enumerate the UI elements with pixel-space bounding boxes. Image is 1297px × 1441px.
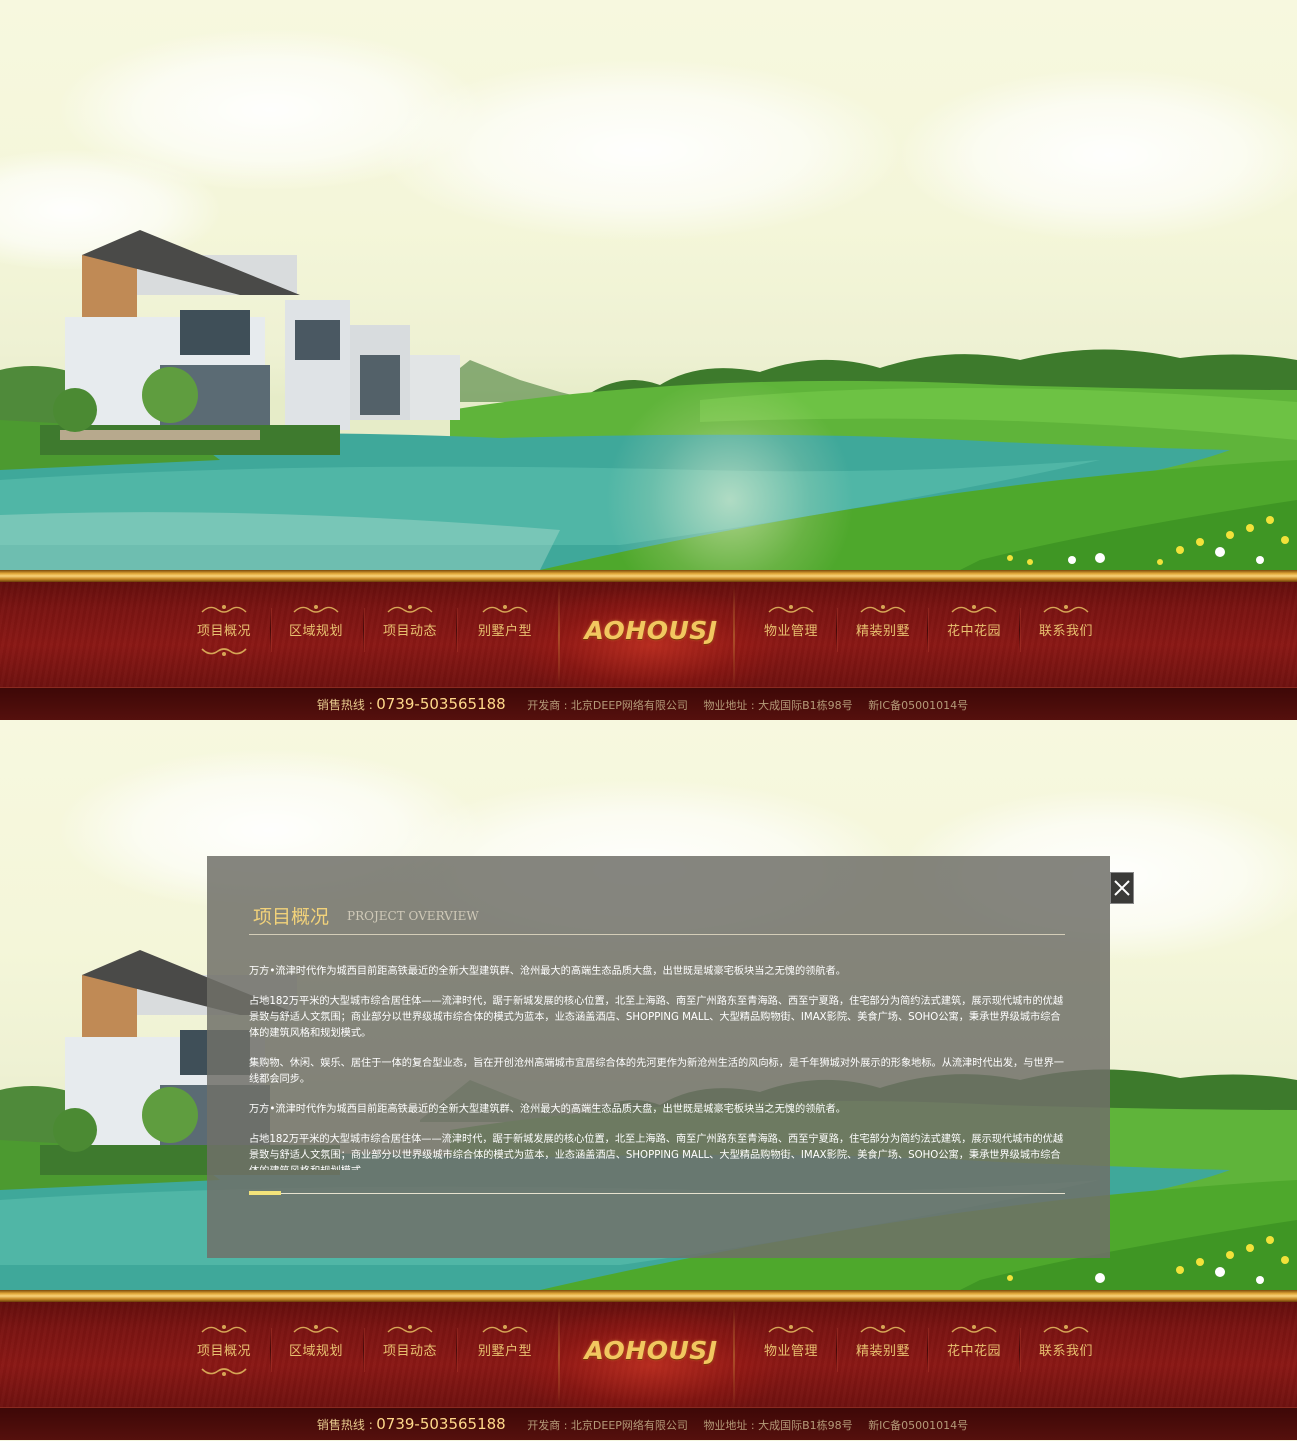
scroll-ornament-icon xyxy=(951,1325,997,1333)
scroll-ornament-icon xyxy=(951,605,997,613)
active-underline-ornament-icon xyxy=(201,648,247,656)
nav-item-label: 项目概况 xyxy=(196,1344,251,1359)
panel-content: 万方•流津时代作为城西目前距高铁最近的全新大型建筑群、沧州最大的高端生态品质大盘… xyxy=(249,964,1065,1170)
nav-item-label: 精装别墅 xyxy=(855,624,910,639)
content-paragraph: 集购物、休闲、娱乐、居住于一体的复合型业态，旨在开创沧州高端城市宜居综合体的先河… xyxy=(249,1058,1064,1085)
icp-info: 新IC备05001014号 xyxy=(868,699,969,712)
nav-item-label: 精装别墅 xyxy=(855,1344,910,1359)
address-info: 物业地址 : 大成国际B1栋98号 xyxy=(703,1419,853,1432)
nav-item-project-overview[interactable]: 项目概况 xyxy=(180,1312,268,1392)
brand-logo[interactable]: AOHOUSJ xyxy=(576,1336,726,1372)
nav-item-regional-planning[interactable]: 区域规划 xyxy=(272,1312,360,1392)
scrollbar-thumb[interactable] xyxy=(249,1191,281,1195)
scrollbar-track[interactable] xyxy=(249,1193,1065,1194)
panel-subtitle: PROJECT OVERVIEW xyxy=(347,909,479,923)
nav-item-property-management[interactable]: 物业管理 xyxy=(747,1312,835,1392)
scroll-ornament-icon xyxy=(201,605,247,613)
developer-info: 开发商 : 北京DEEP网络有限公司 xyxy=(527,1419,688,1432)
scroll-ornament-icon xyxy=(482,1325,528,1333)
panel-divider xyxy=(249,934,1065,935)
hotline-number: 0739-503565188 xyxy=(376,1415,506,1433)
footer-bar: 销售热线 : 0739-503565188 开发商 : 北京DEEP网络有限公司… xyxy=(0,1407,1297,1440)
nav-item-decorated-villa[interactable]: 精装别墅 xyxy=(839,1312,927,1392)
main-navbar: 项目概况 区域规划 项目动态 别墅户型 AOHOUSJ 物业管理 精装别墅 花中… xyxy=(0,570,1297,720)
nav-item-villa-types[interactable]: 别墅户型 xyxy=(461,1312,549,1392)
hotline-label: 销售热线 : xyxy=(316,698,373,712)
content-paragraph: 占地182万平米的大型城市综合居住体——流津时代，踞于新城发展的核心位置，北至上… xyxy=(249,996,1064,1039)
footer-info: 销售热线 : 0739-503565188 开发商 : 北京DEEP网络有限公司… xyxy=(0,695,1297,713)
scroll-ornament-icon xyxy=(293,1325,339,1333)
nav-item-label: 花中花园 xyxy=(946,1344,1001,1359)
address-info: 物业地址 : 大成国际B1栋98号 xyxy=(703,699,853,712)
scroll-ornament-icon xyxy=(1043,1325,1089,1333)
nav-item-property-management[interactable]: 物业管理 xyxy=(747,592,835,672)
villa-building-image xyxy=(40,230,460,455)
nav-item-label: 项目概况 xyxy=(196,624,251,639)
scroll-ornament-icon xyxy=(860,605,906,613)
scroll-ornament-icon xyxy=(860,1325,906,1333)
content-paragraph: 万方•流津时代作为城西目前距高铁最近的全新大型建筑群、沧州最大的高端生态品质大盘… xyxy=(249,966,846,977)
nav-item-project-news[interactable]: 项目动态 xyxy=(366,1312,454,1392)
scroll-ornament-icon xyxy=(1043,605,1089,613)
nav-item-label: 区域规划 xyxy=(288,624,343,639)
close-panel-button[interactable] xyxy=(1110,872,1134,904)
nav-item-label: 物业管理 xyxy=(763,1344,818,1359)
scroll-ornament-icon xyxy=(768,1325,814,1333)
nav-item-label: 物业管理 xyxy=(763,624,818,639)
nav-item-garden[interactable]: 花中花园 xyxy=(930,1312,1018,1392)
nav-item-garden[interactable]: 花中花园 xyxy=(930,592,1018,672)
main-navbar: 项目概况 区域规划 项目动态 别墅户型 AOHOUSJ 物业管理 精装别墅 花中… xyxy=(0,1290,1297,1440)
nav-item-contact-us[interactable]: 联系我们 xyxy=(1022,592,1110,672)
scroll-ornament-icon xyxy=(387,605,433,613)
brand-logo[interactable]: AOHOUSJ xyxy=(576,616,726,652)
nav-item-label: 项目动态 xyxy=(382,1344,437,1359)
hotline-number: 0739-503565188 xyxy=(376,695,506,713)
panel-title: 项目概况 xyxy=(253,906,330,928)
footer-bar: 销售热线 : 0739-503565188 开发商 : 北京DEEP网络有限公司… xyxy=(0,687,1297,720)
nav-item-label: 项目动态 xyxy=(382,624,437,639)
content-paragraph: 万方•流津时代作为城西目前距高铁最近的全新大型建筑群、沧州最大的高端生态品质大盘… xyxy=(249,1104,846,1115)
hotline-label: 销售热线 : xyxy=(316,1418,373,1432)
scroll-ornament-icon xyxy=(293,605,339,613)
nav-item-contact-us[interactable]: 联系我们 xyxy=(1022,1312,1110,1392)
homepage-screen: 项目概况 区域规划 项目动态 别墅户型 AOHOUSJ 物业管理 精装别墅 花中… xyxy=(0,0,1297,720)
nav-item-label: 联系我们 xyxy=(1038,1344,1093,1359)
nav-item-label: 别墅户型 xyxy=(477,624,532,639)
nav-item-label: 区域规划 xyxy=(288,1344,343,1359)
nav-item-label: 别墅户型 xyxy=(477,1344,532,1359)
scroll-ornament-icon xyxy=(768,605,814,613)
scroll-ornament-icon xyxy=(482,605,528,613)
scroll-ornament-icon xyxy=(387,1325,433,1333)
nav-item-villa-types[interactable]: 别墅户型 xyxy=(461,592,549,672)
icp-info: 新IC备05001014号 xyxy=(868,1419,969,1432)
developer-info: 开发商 : 北京DEEP网络有限公司 xyxy=(527,699,688,712)
nav-item-label: 联系我们 xyxy=(1038,624,1093,639)
close-icon xyxy=(1114,880,1130,896)
content-paragraph: 占地182万平米的大型城市综合居住体——流津时代，踞于新城发展的核心位置，北至上… xyxy=(249,1134,1064,1170)
nav-item-project-overview[interactable]: 项目概况 xyxy=(180,592,268,672)
nav-item-decorated-villa[interactable]: 精装别墅 xyxy=(839,592,927,672)
nav-item-regional-planning[interactable]: 区域规划 xyxy=(272,592,360,672)
nav-item-project-news[interactable]: 项目动态 xyxy=(366,592,454,672)
scroll-ornament-icon xyxy=(201,1325,247,1333)
overview-screen: 项目概况 PROJECT OVERVIEW 万方•流津时代作为城西目前距高铁最近… xyxy=(0,720,1297,1441)
active-underline-ornament-icon xyxy=(201,1368,247,1376)
hero-landscape xyxy=(0,0,1297,570)
project-overview-panel: 项目概况 PROJECT OVERVIEW 万方•流津时代作为城西目前距高铁最近… xyxy=(207,856,1110,1258)
footer-info: 销售热线 : 0739-503565188 开发商 : 北京DEEP网络有限公司… xyxy=(0,1415,1297,1433)
nav-item-label: 花中花园 xyxy=(946,624,1001,639)
